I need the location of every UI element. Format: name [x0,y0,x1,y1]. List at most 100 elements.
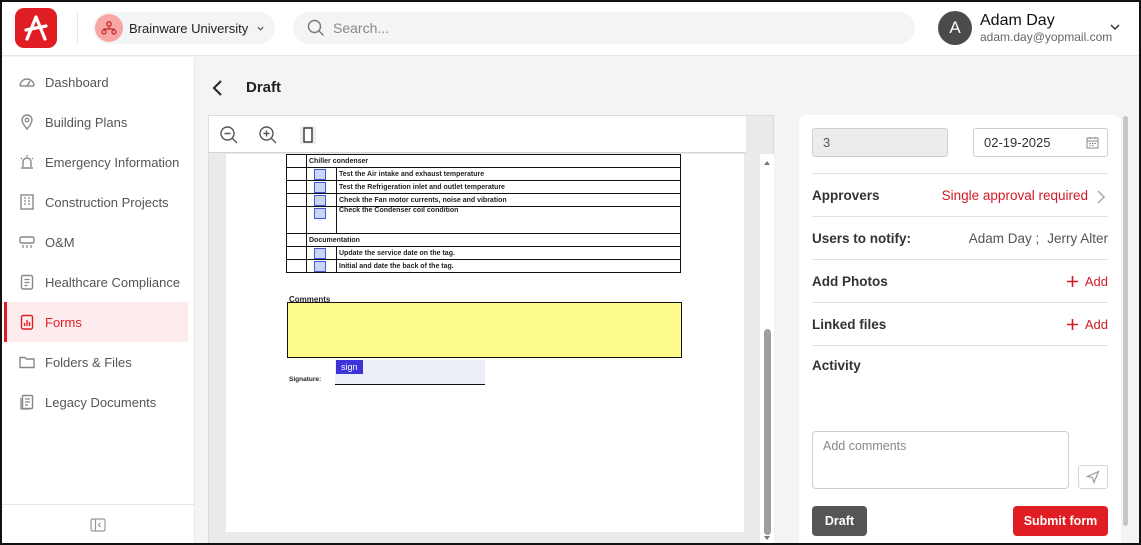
fit-page-button[interactable] [295,122,321,148]
sidebar-item-label: O&M [45,234,75,250]
date-field[interactable]: 02-19-2025 [973,128,1108,157]
top-bar: Brainware University A Adam Day adam.day… [0,0,1141,56]
scroll-thumb[interactable] [764,329,771,535]
notify-user: Jerry Alter [1047,231,1108,246]
notify-users[interactable]: Adam Day ; Jerry Alter [961,231,1108,246]
chevron-down-icon[interactable] [1108,20,1122,34]
date-value: 02-19-2025 [984,135,1051,150]
back-arrow-icon[interactable] [208,78,228,98]
org-network-icon [95,14,123,42]
sidebar-item-healthcare-compliance[interactable]: Healthcare Compliance [4,262,188,302]
sidebar-item-om[interactable]: O&M [4,222,188,262]
draft-button[interactable]: Draft [812,506,867,536]
checkbox[interactable] [314,208,326,219]
sidebar-item-emergency-information[interactable]: Emergency Information [4,142,188,182]
checkbox[interactable] [314,182,326,193]
sidebar-item-label: Dashboard [45,74,109,90]
sidebar-item-label: Forms [45,314,82,330]
divider [812,259,1108,260]
table-row: Update the service date on the tag. [286,246,681,260]
scroll-down-icon[interactable] [760,533,774,543]
add-linked-file-button[interactable]: Add [1066,317,1108,332]
folder-icon [18,353,36,371]
add-photos-label: Add Photos [812,274,888,289]
alarm-light-icon [18,153,36,171]
plus-icon [1066,276,1078,287]
checklist-table: Chiller condenser Test the Air intake an… [286,154,681,273]
checkbox[interactable] [314,195,326,206]
viewer-scrollbar[interactable] [760,154,774,545]
submit-form-button[interactable]: Submit form [1013,506,1108,536]
section-label: Chiller condenser [306,154,681,168]
signature-label: Signature: [289,376,322,383]
checklist-item: Check the Fan motor currents, noise and … [336,193,681,207]
activity-label: Activity [812,358,861,373]
sidebar-footer [0,504,195,545]
zoom-in-icon [259,126,277,144]
form-details-panel: 3 02-19-2025 Approvers Single approval r… [799,115,1121,545]
notify-user: Adam Day ; [968,231,1040,246]
sidebar-item-dashboard[interactable]: Dashboard [4,62,188,102]
checklist-item: Initial and date the back of the tag. [336,259,681,273]
table-row: Check the Fan motor currents, noise and … [286,193,681,207]
app-logo[interactable] [15,8,57,48]
table-row: Chiller condenser [286,154,681,168]
table-row: Documentation [286,233,681,247]
building-icon [18,193,36,211]
zoom-out-icon [220,126,238,144]
chevron-down-icon [257,26,264,31]
user-email: adam.day@yopmail.com [980,29,1113,44]
sidebar-item-construction-projects[interactable]: Construction Projects [4,182,188,222]
number-field[interactable]: 3 [812,128,948,157]
sidebar-item-label: Construction Projects [45,194,169,210]
page-title: Draft [246,79,282,96]
checklist-item: Test the Refrigeration inlet and outlet … [336,180,681,194]
avatar[interactable]: A [938,11,972,45]
add-photo-button[interactable]: Add [1066,274,1108,289]
divider [812,302,1108,303]
section-label: Documentation [306,233,681,247]
zoom-out-button[interactable] [216,122,242,148]
documents-icon [18,393,36,411]
send-comment-button[interactable] [1078,465,1108,489]
sidebar-item-legacy-documents[interactable]: Legacy Documents [4,382,188,422]
sidebar-item-building-plans[interactable]: Building Plans [4,102,188,142]
user-name: Adam Day [980,11,1055,29]
org-name: Brainware University [129,20,249,36]
form-chart-icon [18,313,36,331]
calendar-icon[interactable] [1086,136,1099,149]
search-bar[interactable] [293,12,915,44]
sidebar-item-folders-files[interactable]: Folders & Files [4,342,188,382]
zoom-in-button[interactable] [255,122,281,148]
checklist-item: Check the Condenser coil condition [336,206,681,234]
page-icon [300,126,316,144]
send-icon [1086,470,1100,484]
org-switcher[interactable]: Brainware University [93,12,276,44]
gauge-icon [18,73,36,91]
comments-field[interactable] [287,302,682,358]
collapse-sidebar-icon[interactable] [89,518,106,532]
divider [812,216,1108,217]
panel-scrollbar[interactable] [1123,116,1128,526]
chevron-right-icon[interactable] [1096,189,1106,205]
table-row: Test the Air intake and exhaust temperat… [286,167,681,181]
checkbox[interactable] [314,261,326,272]
approvers-value[interactable]: Single approval required [942,188,1088,203]
comment-input[interactable] [812,431,1069,489]
sign-button[interactable]: sign [336,360,363,374]
sidebar-item-label: Legacy Documents [45,394,157,410]
document-viewer: Chiller condenser Test the Air intake an… [208,115,774,545]
scroll-up-icon[interactable] [760,158,774,168]
sidebar-item-label: Building Plans [45,114,128,130]
sidebar: Dashboard Building Plans Emergency Infor… [0,57,195,545]
sidebar-item-forms[interactable]: Forms [4,302,188,342]
approvers-label: Approvers [812,188,880,203]
brand-a-icon [24,15,48,41]
checkbox[interactable] [314,248,326,259]
user-menu[interactable]: A Adam Day adam.day@yopmail.com [938,11,1112,45]
divider [812,345,1108,346]
add-label: Add [1084,274,1108,289]
checklist-item: Test the Air intake and exhaust temperat… [336,167,681,181]
search-input[interactable] [333,20,893,36]
checkbox[interactable] [314,169,326,180]
